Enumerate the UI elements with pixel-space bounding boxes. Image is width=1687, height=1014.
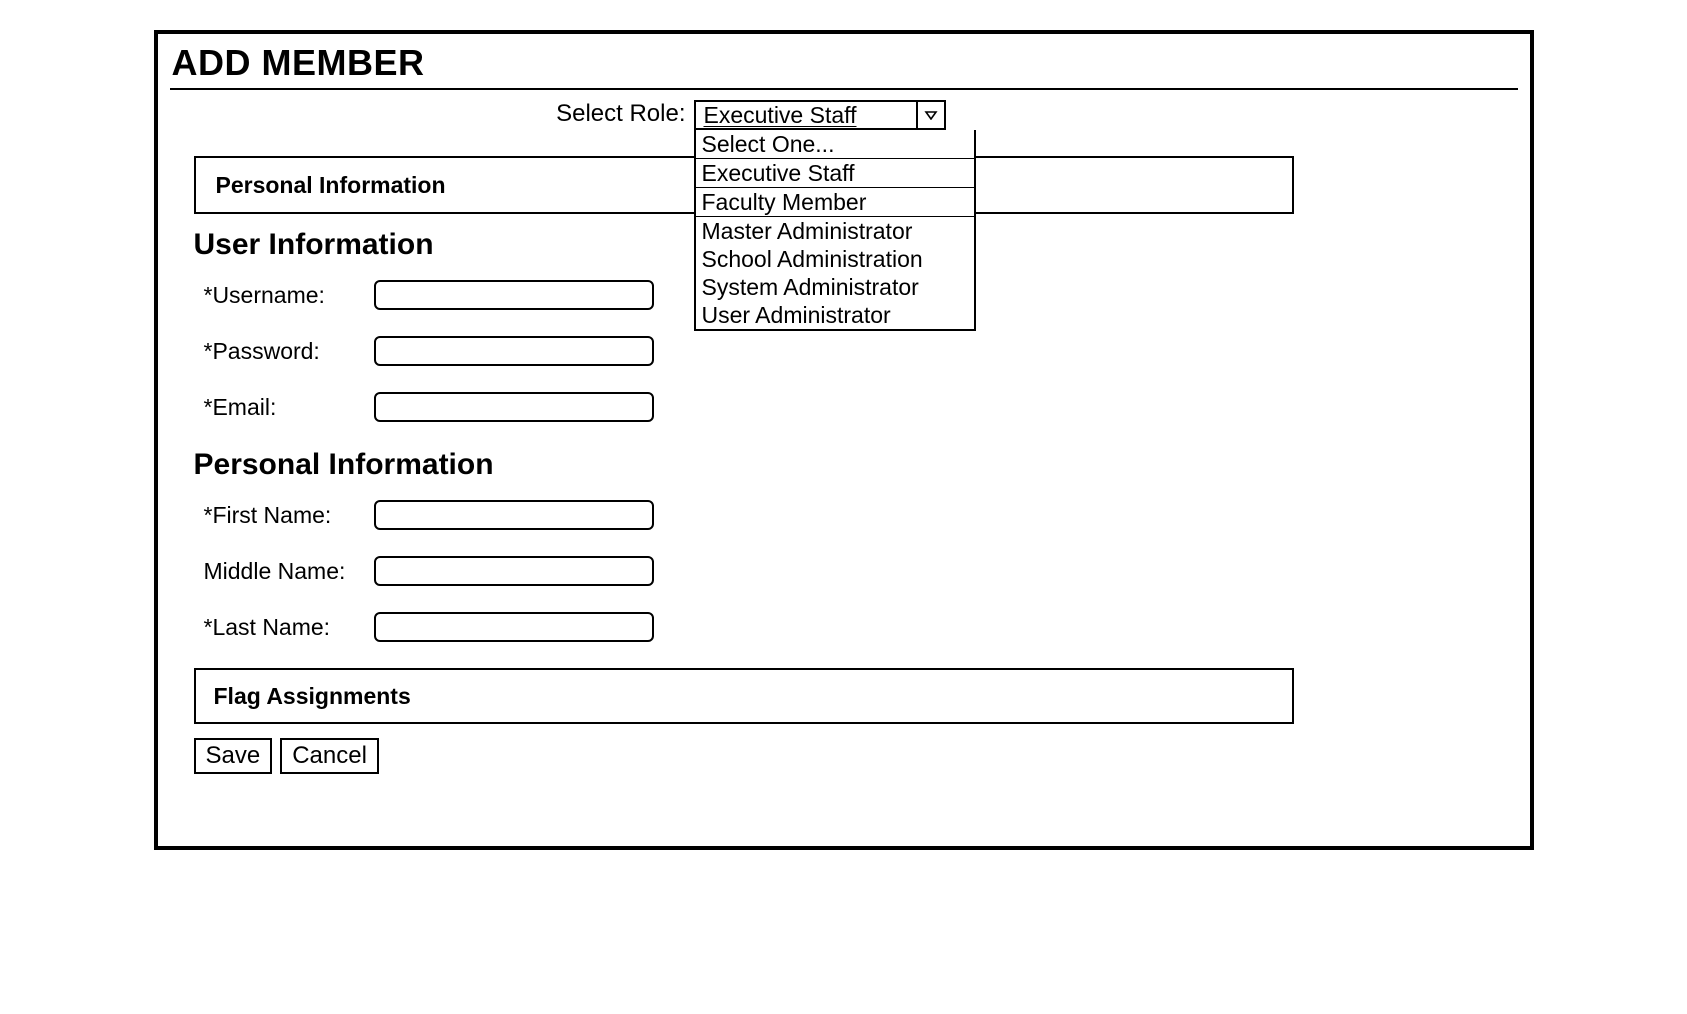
role-dropdown-panel: Select One... Executive Staff Faculty Me…: [694, 130, 976, 331]
role-option-faculty-member[interactable]: Faculty Member: [696, 188, 974, 217]
role-option-master-administrator[interactable]: Master Administrator: [696, 217, 974, 245]
save-button[interactable]: Save: [194, 738, 273, 774]
content-area: Select Role: Executive Staff Select One.…: [170, 100, 1518, 774]
flag-assignments-label: Flag Assignments: [214, 683, 411, 710]
button-row: Save Cancel: [194, 738, 1494, 774]
role-select-wrapper: Executive Staff Select One... Executive …: [694, 100, 946, 130]
middle-name-row: Middle Name:: [194, 556, 1494, 586]
role-option-executive-staff[interactable]: Executive Staff: [696, 159, 974, 188]
role-row: Select Role: Executive Staff Select One.…: [194, 100, 1494, 130]
cancel-button[interactable]: Cancel: [280, 738, 379, 774]
last-name-input[interactable]: [374, 612, 654, 642]
personal-information-tab-label: Personal Information: [216, 172, 446, 199]
password-row: *Password:: [194, 336, 1494, 366]
email-label: *Email:: [204, 394, 374, 421]
email-input[interactable]: [374, 392, 654, 422]
username-input[interactable]: [374, 280, 654, 310]
username-label: *Username:: [204, 282, 374, 309]
role-option-user-administrator[interactable]: User Administrator: [696, 301, 974, 329]
role-select[interactable]: Executive Staff: [694, 100, 946, 130]
password-label: *Password:: [204, 338, 374, 365]
email-row: *Email:: [194, 392, 1494, 422]
middle-name-input[interactable]: [374, 556, 654, 586]
middle-name-label: Middle Name:: [204, 558, 374, 585]
password-input[interactable]: [374, 336, 654, 366]
add-member-form-frame: ADD MEMBER Select Role: Executive Staff …: [154, 30, 1534, 850]
personal-information-heading: Personal Information: [194, 448, 1494, 482]
first-name-input[interactable]: [374, 500, 654, 530]
last-name-row: *Last Name:: [194, 612, 1494, 642]
last-name-label: *Last Name:: [204, 614, 374, 641]
role-option-select-one[interactable]: Select One...: [696, 130, 974, 159]
page-title: ADD MEMBER: [170, 42, 1518, 88]
role-option-system-administrator[interactable]: System Administrator: [696, 273, 974, 301]
role-select-value: Executive Staff: [696, 102, 916, 128]
select-role-label: Select Role:: [194, 100, 694, 128]
first-name-label: *First Name:: [204, 502, 374, 529]
flag-assignments-box[interactable]: Flag Assignments: [194, 668, 1294, 724]
first-name-row: *First Name:: [194, 500, 1494, 530]
role-option-school-administration[interactable]: School Administration: [696, 245, 974, 273]
title-underline: [170, 88, 1518, 90]
dropdown-arrow-icon: [916, 102, 944, 128]
